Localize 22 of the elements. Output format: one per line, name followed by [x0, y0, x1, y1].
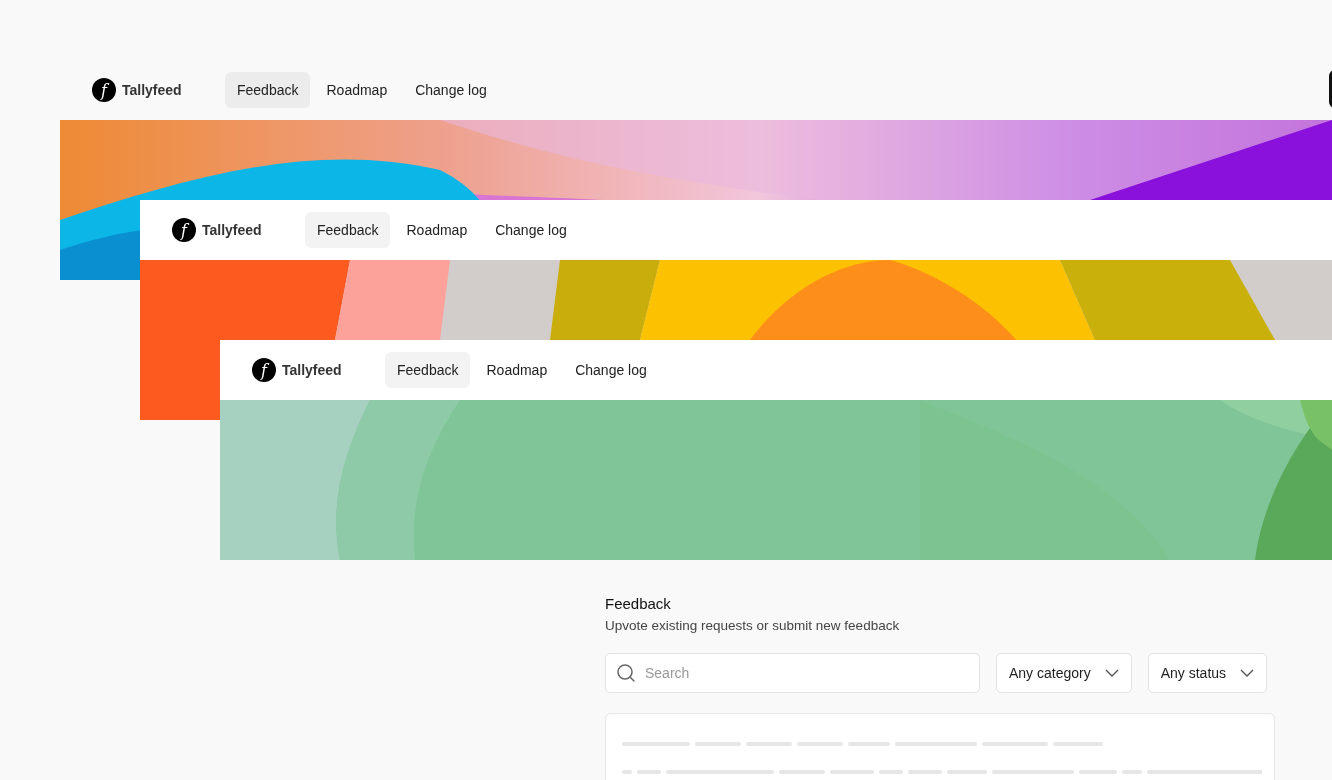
brand-name: Tallyfeed	[122, 82, 182, 98]
nav-link[interactable]: Change log	[403, 72, 499, 108]
logo-icon: f	[92, 78, 116, 102]
chevron-down-icon	[1240, 669, 1255, 677]
nav-link[interactable]: Feedback	[385, 352, 471, 388]
brand-name: Tallyfeed	[282, 362, 342, 378]
nav-link[interactable]: Roadmap	[314, 72, 400, 108]
search-field[interactable]: Search	[605, 653, 980, 693]
brand-name: Tallyfeed	[202, 222, 262, 238]
section-subtitle: Upvote existing requests or submit new feedback	[605, 618, 901, 633]
section-title: Feedback	[605, 595, 672, 612]
chevron-down-icon	[1104, 669, 1119, 677]
filter-dropdown[interactable]: Any category	[996, 653, 1132, 693]
logo-icon: f	[172, 218, 196, 242]
nav-link[interactable]: Change log	[563, 352, 659, 388]
nav-link[interactable]: Feedback	[305, 212, 391, 248]
nav-link[interactable]: Change log	[483, 212, 579, 248]
filter-dropdown[interactable]: Any status	[1147, 653, 1268, 693]
nav-link[interactable]: Roadmap	[474, 352, 560, 388]
nav-link[interactable]: Feedback	[225, 72, 311, 108]
logo-icon: f	[252, 358, 276, 382]
nav-link[interactable]: Roadmap	[394, 212, 480, 248]
